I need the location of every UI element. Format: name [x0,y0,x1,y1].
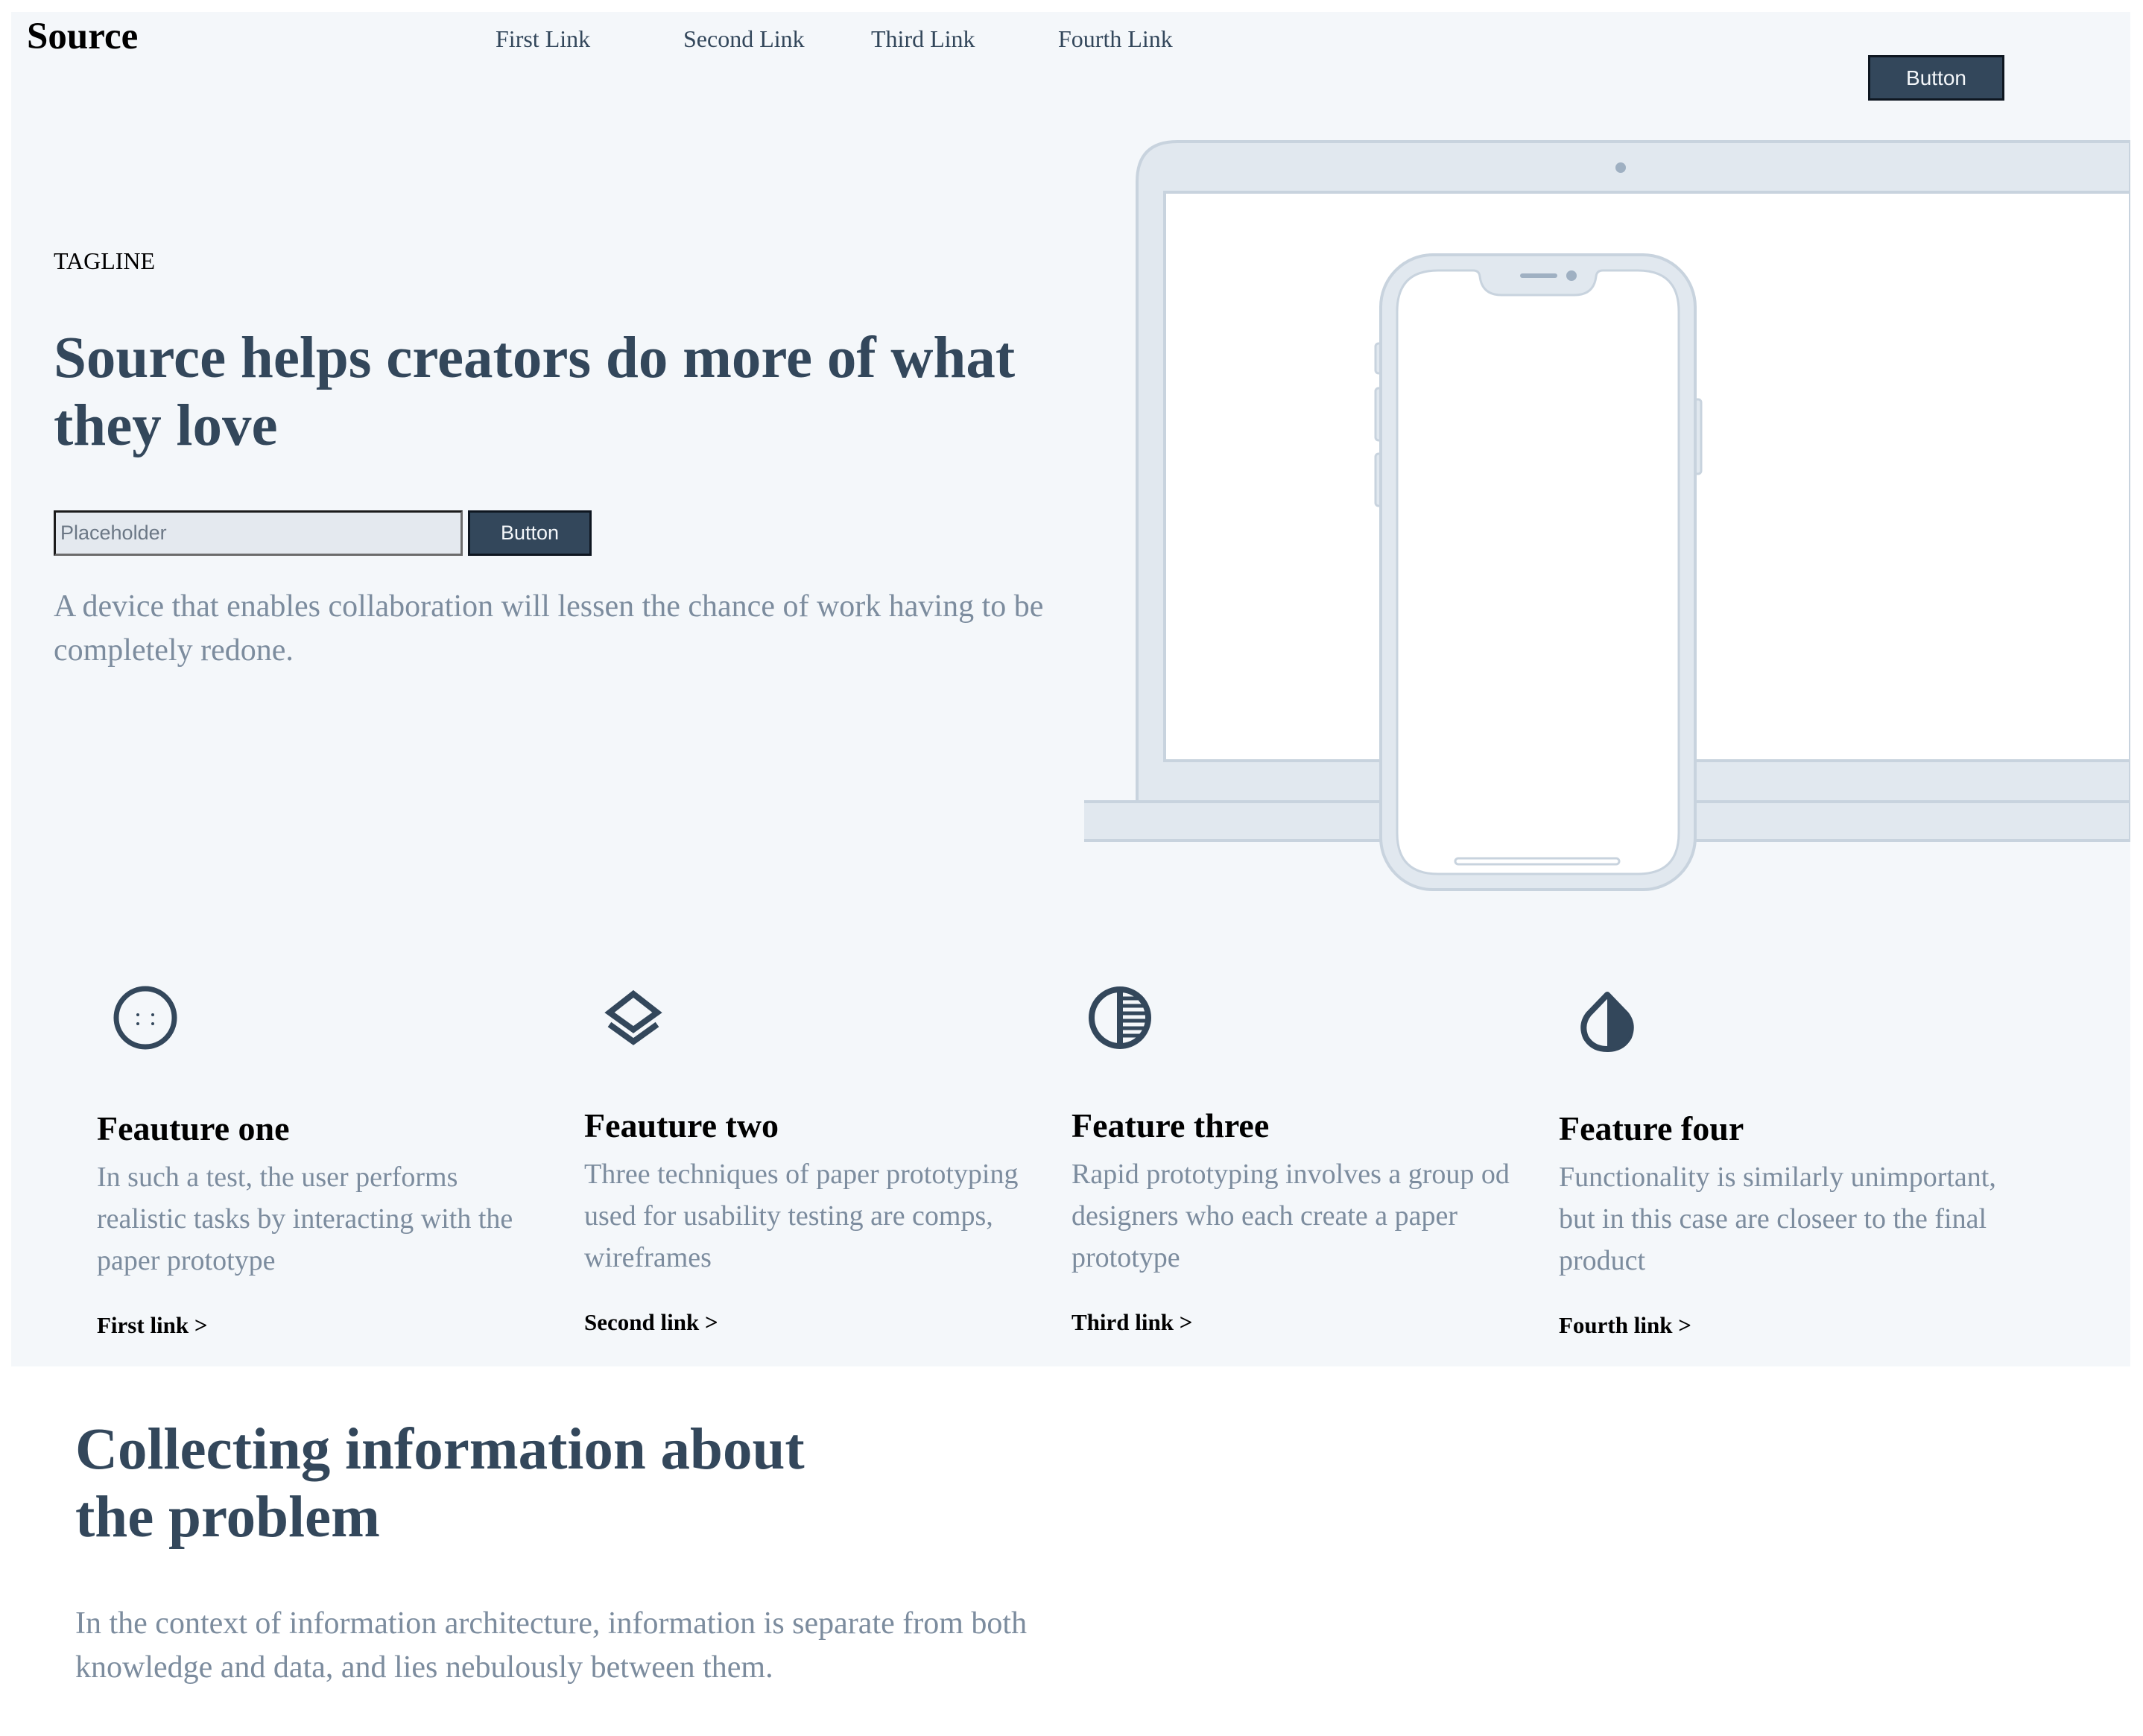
header-button[interactable]: Button [1868,55,2004,101]
feature-three-description: Rapid prototyping involves a group od de… [1072,1159,1510,1273]
feature-three-link[interactable]: Third link > [1072,1309,1192,1336]
half-striped-circle-icon [1083,981,1157,1055]
nav-link-fourth[interactable]: Fourth Link [1058,25,1173,53]
feature-four-title: Feature four [1559,1109,1744,1147]
feature-three-title: Feature three [1072,1106,1270,1144]
contrast-drop-icon [1570,984,1645,1059]
webcam-dot [1615,162,1626,173]
tagline: TAGLINE [54,247,156,274]
feature-two-description: Three techniques of paper prototyping us… [584,1159,1019,1273]
info-section-title: Collecting information about the problem [75,1417,805,1550]
feature-two-title: Feauture two [584,1106,779,1144]
feature-one-link[interactable]: First link > [97,1312,208,1339]
nav-link-first[interactable]: First Link [496,25,590,53]
feature-one-description: In such a test, the user performs realis… [97,1162,513,1276]
hero-section: Source First Link Second Link Third Link… [11,12,2130,1366]
phone-illustration [1374,253,1703,891]
feature-two-link[interactable]: Second link > [584,1309,718,1336]
layers-icon [596,981,671,1055]
page: Source First Link Second Link Third Link… [0,0,2143,1736]
nav-link-second[interactable]: Second Link [683,25,805,53]
feature-four-description: Functionality is similarly unimportant, … [1559,1162,1996,1276]
hero-submit-button[interactable]: Button [468,510,592,556]
device-illustration [1084,140,2130,891]
info-section-description: In the context of information architectu… [75,1606,1028,1685]
hero-description: A device that enables collaboration will… [54,589,1044,668]
hero-input[interactable] [54,510,463,556]
site-logo[interactable]: Source [27,15,138,58]
feature-one-title: Feauture one [97,1109,290,1147]
nav-link-third[interactable]: Third Link [871,25,975,53]
smiley-circle-icon [108,981,183,1055]
hero-headline: Source helps creators do more of what th… [54,326,1016,458]
feature-four-link[interactable]: Fourth link > [1559,1312,1691,1339]
